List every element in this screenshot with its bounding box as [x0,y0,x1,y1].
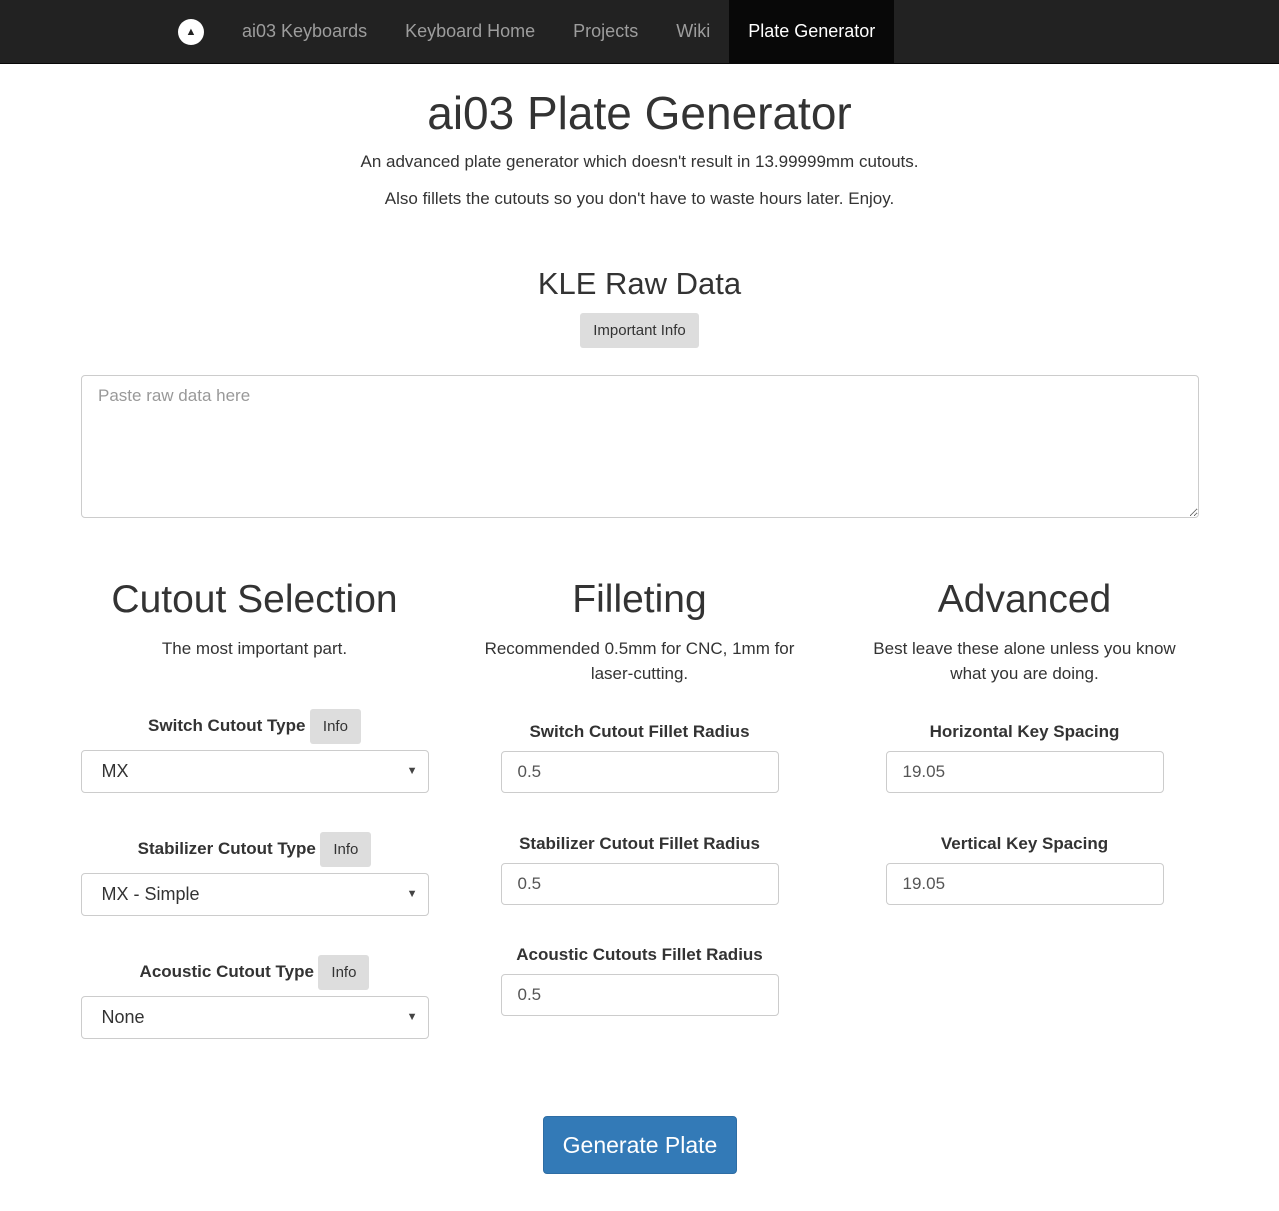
stab-cutout-select[interactable]: MX - Simple ▼ [80,873,429,916]
fillet-desc: Recommended 0.5mm for CNC, 1mm for laser… [484,639,795,683]
stab-info-button[interactable]: Info [320,832,372,867]
kle-title: KLE Raw Data [537,266,742,301]
logo-icon[interactable]: ▲ [178,18,204,45]
navbar: ▲ ai03 Keyboards Keyboard Home Projects … [0,0,1279,64]
subtitle-1: An advanced plate generator which doesn'… [360,152,919,171]
chevron-down-icon: ▼ [406,765,418,777]
cutout-desc: The most important part. [161,639,348,658]
fillet-title: Filleting [572,578,707,621]
acoustic-cutout-select[interactable]: None ▼ [80,996,429,1039]
nav-plate-generator[interactable]: Plate Generator [729,0,895,64]
switch-cutout-label: Switch Cutout Type [148,716,306,735]
advanced-title: Advanced [937,578,1112,621]
nav-keyboard-home[interactable]: Keyboard Home [386,0,554,64]
selected-value: None [101,1007,145,1027]
acoustic-info-button[interactable]: Info [318,955,370,990]
h-spacing-input[interactable]: 19.05 [885,751,1164,793]
acoustic-fillet-input[interactable]: 0.5 [500,974,779,1016]
nav-projects[interactable]: Projects [554,0,657,64]
selected-value: MX [101,761,129,781]
nav-ai03-keyboards[interactable]: ai03 Keyboards [223,0,386,64]
chevron-down-icon: ▼ [406,1011,418,1023]
selected-value: MX - Simple [101,884,200,904]
nav-wiki[interactable]: Wiki [657,0,729,64]
chevron-down-icon: ▼ [406,888,418,900]
important-info-button[interactable]: Important Info [580,313,699,348]
switch-fillet-input[interactable]: 0.5 [500,751,779,793]
h-spacing-label: Horizontal Key Spacing [929,722,1120,741]
v-spacing-label: Vertical Key Spacing [940,834,1109,853]
kle-raw-data-input[interactable] [81,375,1199,518]
advanced-desc: Best leave these alone unless you know w… [873,639,1176,683]
subtitle-2: Also fillets the cutouts so you don't ha… [384,189,895,208]
acoustic-fillet-label: Acoustic Cutouts Fillet Radius [516,945,763,964]
stab-cutout-label: Stabilizer Cutout Type [137,839,316,858]
stab-fillet-input[interactable]: 0.5 [500,863,779,905]
switch-cutout-select[interactable]: MX ▼ [80,750,429,793]
switch-fillet-label: Switch Cutout Fillet Radius [529,722,750,741]
page-title: ai03 Plate Generator [427,87,852,139]
v-spacing-input[interactable]: 19.05 [885,863,1164,905]
cutout-title: Cutout Selection [111,578,398,621]
generate-plate-button[interactable]: Generate Plate [543,1116,737,1174]
acoustic-cutout-label: Acoustic Cutout Type [139,962,314,981]
stab-fillet-label: Stabilizer Cutout Fillet Radius [519,834,760,853]
switch-info-button[interactable]: Info [309,709,361,744]
